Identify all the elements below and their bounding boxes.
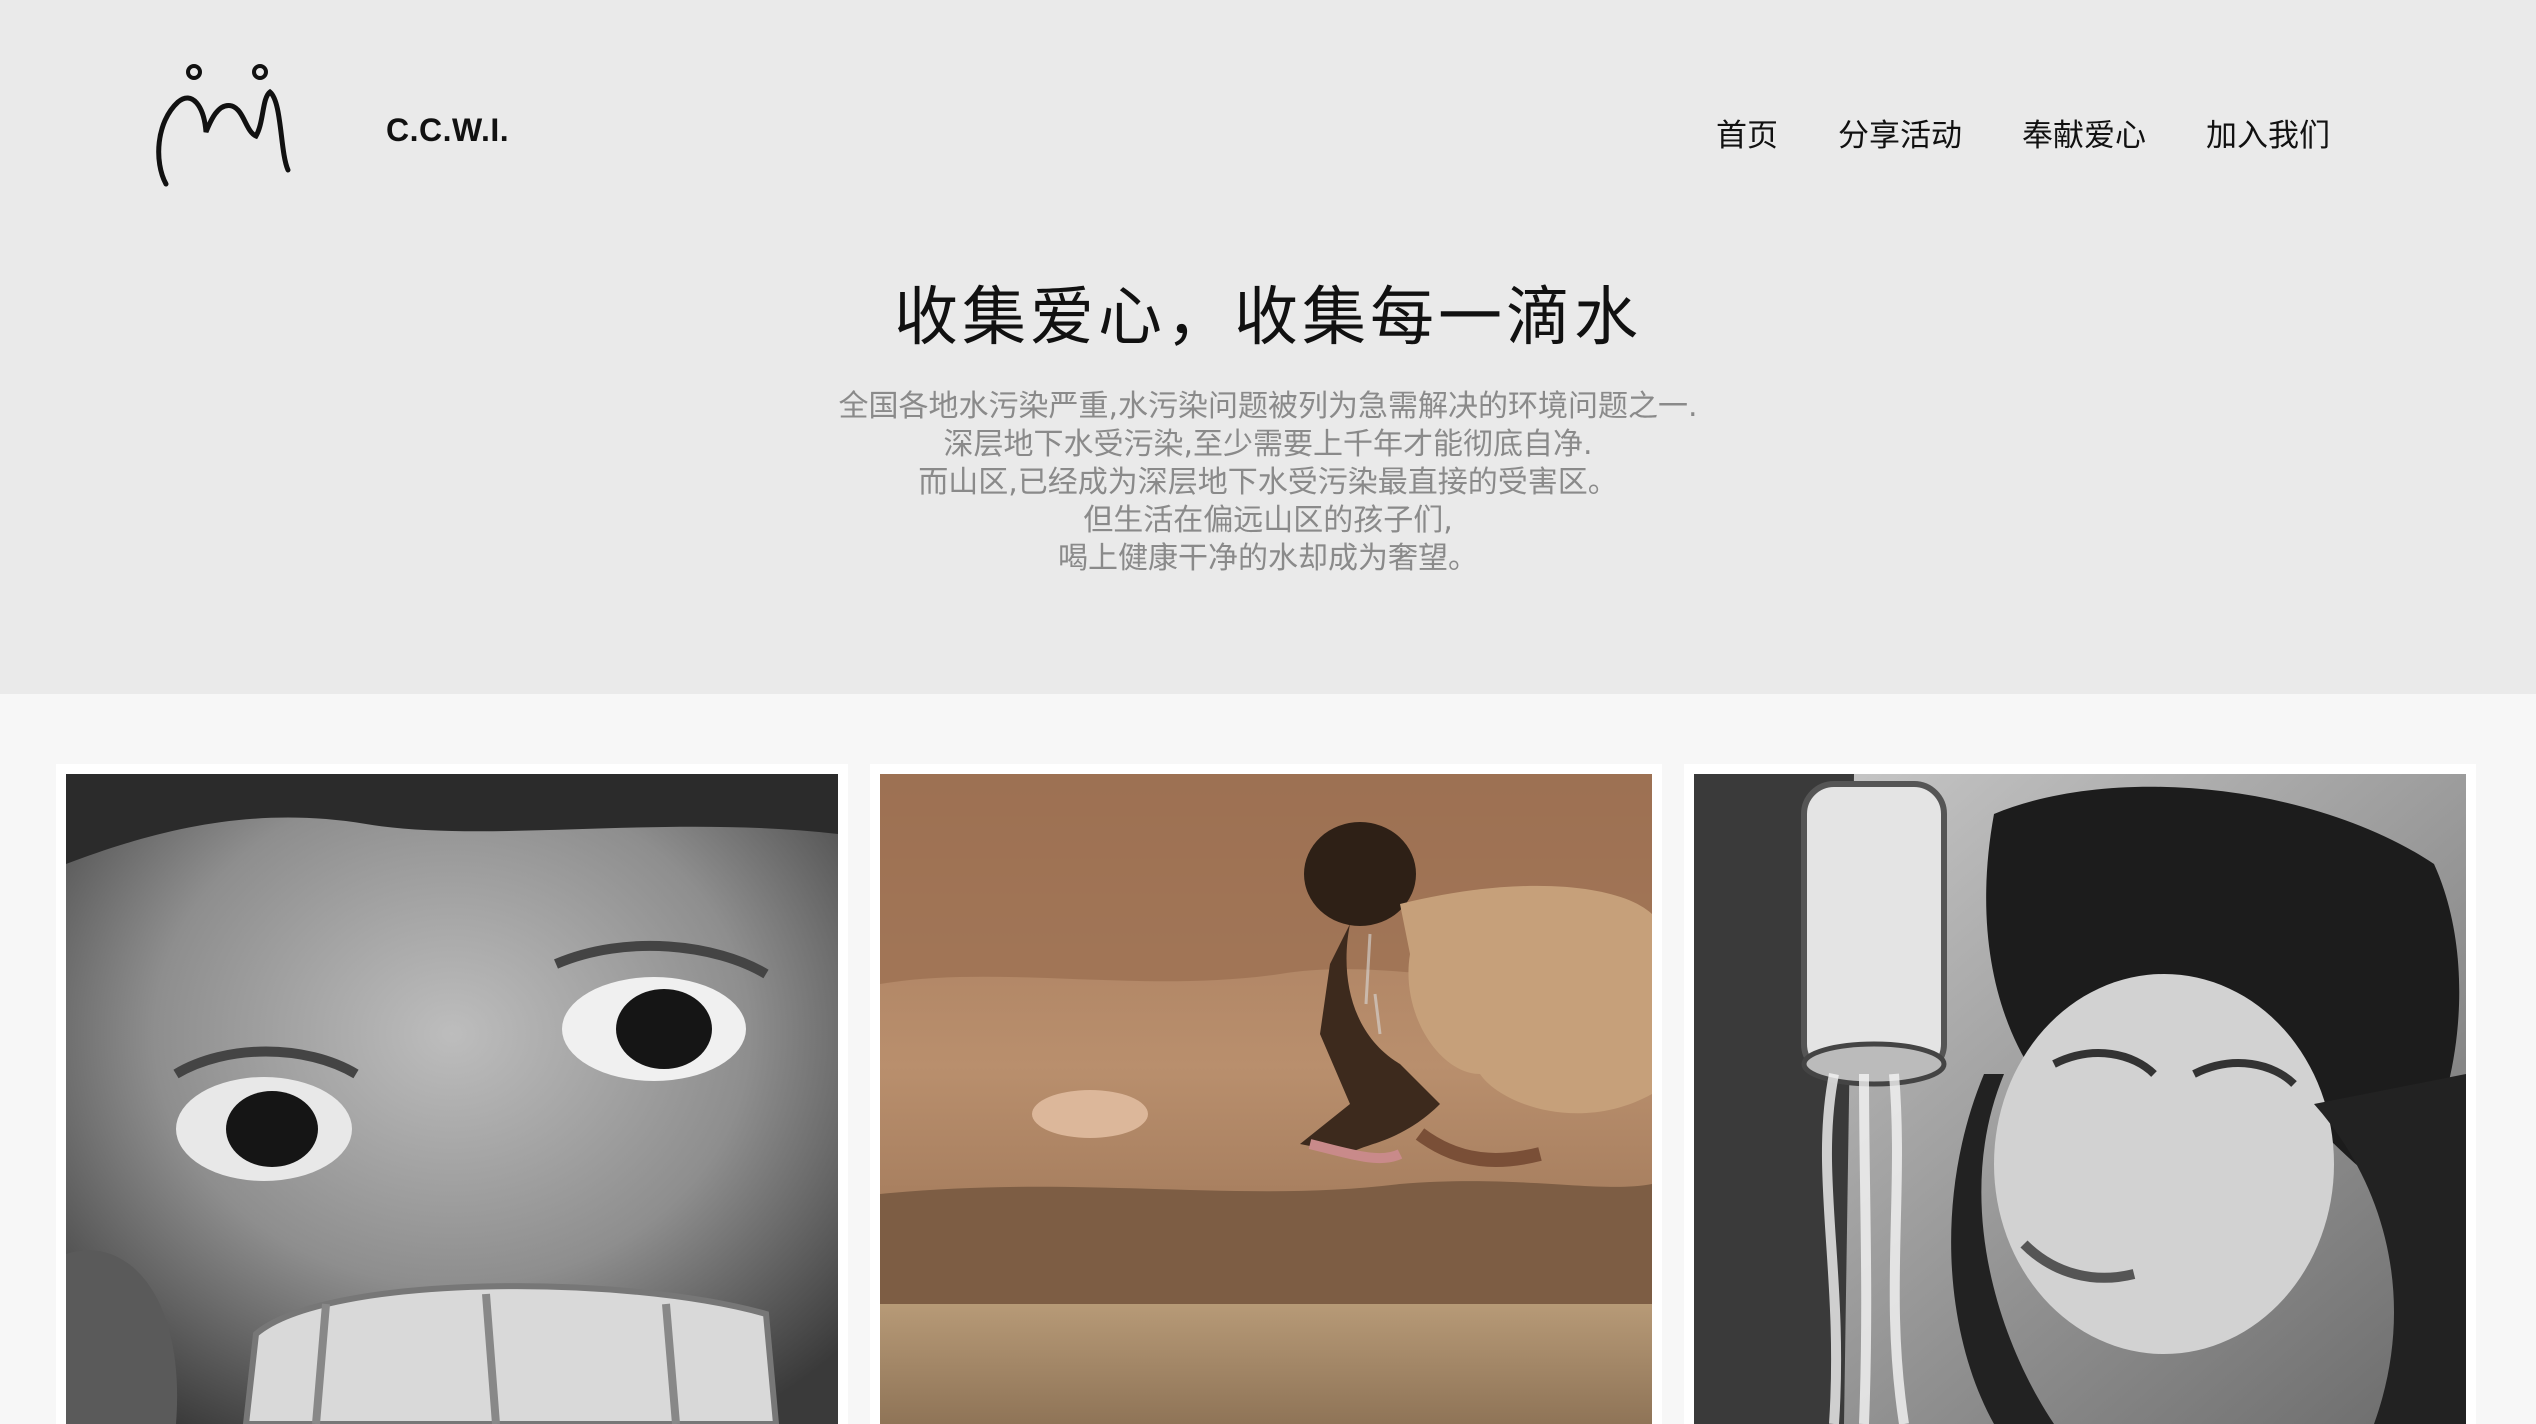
nav-item-donate-love[interactable]: 奉献爱心 [2022,110,2146,155]
nav-item-home[interactable]: 首页 [1716,110,1778,155]
hero-description: 全国各地水污染严重,水污染问题被列为急需解决的环境问题之一. 深层地下水受污染,… [0,388,2536,578]
hero-description-line: 而山区,已经成为深层地下水受污染最直接的受害区。 [918,465,1618,500]
hero-description-line: 但生活在偏远山区的孩子们, [1083,503,1453,538]
girl-drinking-from-pipe-photo [1694,774,2466,1424]
boy-drinking-muddy-water-photo [880,774,1652,1424]
brand-name[interactable]: C.C.W.I. [386,112,509,149]
photo-card[interactable] [56,764,848,1424]
photo-card[interactable] [1684,764,2476,1424]
photo-card[interactable] [870,764,1662,1424]
hero-section: C.C.W.I. 首页 分享活动 奉献爱心 加入我们 收集爱心，收集每一滴水 全… [0,0,2536,694]
nav-item-share-activities[interactable]: 分享活动 [1838,110,1962,155]
hero-description-line: 深层地下水受污染,至少需要上千年才能彻底自净. [943,427,1593,462]
hero-description-line: 喝上健康干净的水却成为奢望。 [1058,541,1478,576]
hero-description-line: 全国各地水污染严重,水污染问题被列为急需解决的环境问题之一. [838,389,1698,424]
child-drinking-photo [66,774,838,1424]
nav-item-join-us[interactable]: 加入我们 [2206,110,2330,155]
people-logo-icon[interactable] [152,62,298,192]
photo-gallery [56,764,2480,1424]
main-nav: 首页 分享活动 奉献爱心 加入我们 [1716,110,2330,155]
hero-title: 收集爱心，收集每一滴水 [894,281,1642,355]
